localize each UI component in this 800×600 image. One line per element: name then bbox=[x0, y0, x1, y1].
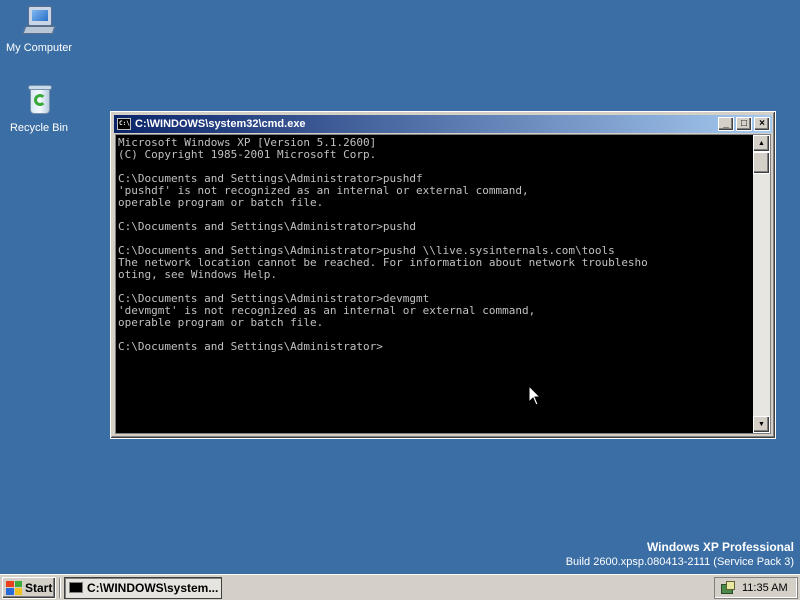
taskbar-item-label: C:\WINDOWS\system... bbox=[87, 580, 219, 595]
console-line: C:\Documents and Settings\Administrator> bbox=[118, 340, 383, 353]
desktop-icon-label: Recycle Bin bbox=[9, 122, 69, 134]
maximize-button[interactable]: □ bbox=[736, 117, 752, 131]
console-line: C:\Documents and Settings\Administrator>… bbox=[118, 220, 417, 233]
window-title: C:\WINDOWS\system32\cmd.exe bbox=[135, 118, 306, 130]
close-button[interactable]: × bbox=[754, 117, 770, 131]
desktop-icon-label: My Computer bbox=[5, 42, 73, 54]
watermark-title: Windows XP Professional bbox=[646, 540, 794, 554]
start-button[interactable]: Start bbox=[2, 576, 56, 599]
windows-logo-icon bbox=[6, 580, 22, 595]
console-output[interactable]: Microsoft Windows XP [Version 5.1.2600](… bbox=[116, 135, 753, 433]
scroll-thumb[interactable] bbox=[753, 152, 770, 174]
taskbar: Start C:\WINDOWS\system... 11:35 AM bbox=[0, 574, 800, 600]
console-line: oting, see Windows Help. bbox=[118, 268, 277, 281]
mouse-cursor-icon bbox=[528, 385, 542, 406]
scroll-track[interactable] bbox=[753, 174, 770, 416]
console-icon bbox=[69, 582, 83, 593]
desktop-icon-my-computer[interactable]: My Computer bbox=[0, 4, 78, 55]
scroll-down-button[interactable]: ▼ bbox=[753, 416, 770, 433]
console-frame: Microsoft Windows XP [Version 5.1.2600](… bbox=[115, 134, 771, 434]
taskbar-separator bbox=[59, 577, 61, 598]
system-tray: 11:35 AM bbox=[714, 576, 798, 599]
desktop-icon-recycle-bin[interactable]: Recycle Bin bbox=[0, 84, 78, 135]
console-icon[interactable]: C:\ bbox=[117, 118, 131, 130]
window-titlebar[interactable]: C:\ C:\WINDOWS\system32\cmd.exe _ □ × bbox=[114, 115, 772, 133]
console-line: (C) Copyright 1985-2001 Microsoft Corp. bbox=[118, 148, 377, 161]
os-version-watermark: Windows XP Professional Build 2600.xpsp.… bbox=[566, 540, 794, 569]
clock[interactable]: 11:35 AM bbox=[742, 582, 788, 594]
minimize-button[interactable]: _ bbox=[718, 117, 734, 131]
scroll-up-button[interactable]: ▲ bbox=[753, 135, 770, 152]
safely-remove-hardware-icon[interactable] bbox=[720, 580, 735, 595]
vertical-scrollbar[interactable]: ▲ ▼ bbox=[753, 135, 770, 433]
console-line: operable program or batch file. bbox=[118, 196, 324, 209]
taskbar-item-cmd[interactable]: C:\WINDOWS\system... bbox=[64, 576, 222, 599]
recycle-bin-icon bbox=[22, 84, 56, 118]
watermark-build: Build 2600.xpsp.080413-2111 (Service Pac… bbox=[565, 556, 794, 568]
my-computer-icon bbox=[22, 4, 56, 38]
cmd-window[interactable]: C:\ C:\WINDOWS\system32\cmd.exe _ □ × Mi… bbox=[110, 111, 776, 439]
start-label: Start bbox=[25, 580, 53, 595]
console-line: operable program or batch file. bbox=[118, 316, 324, 329]
